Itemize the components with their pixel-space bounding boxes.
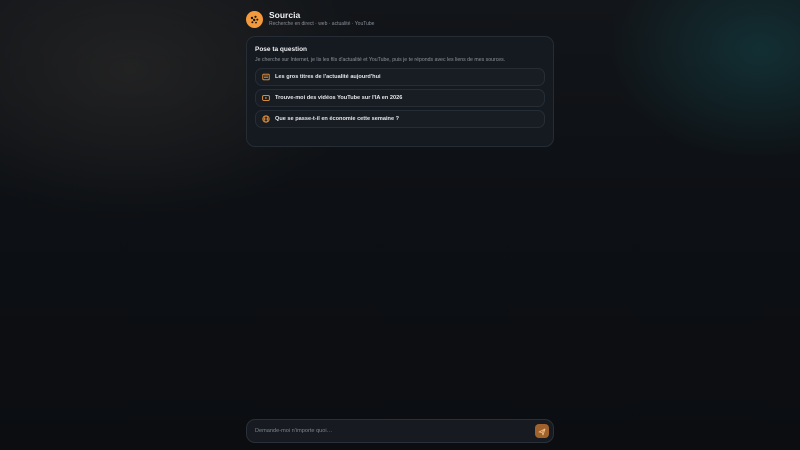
suggestion-label: Que se passe-t-il en économie cette sema… (275, 116, 400, 122)
message-composer (246, 419, 554, 443)
chat-panel: Sourcia Recherche en direct · web · actu… (246, 10, 554, 147)
brand-block: Sourcia Recherche en direct · web · actu… (269, 10, 374, 28)
suggestion-youtube[interactable]: Trouve-moi des vidéos YouTube sur l'IA e… (255, 89, 545, 107)
welcome-description: Je cherche sur Internet, je lis les fils… (255, 57, 506, 63)
suggestion-economy[interactable]: Que se passe-t-il en économie cette sema… (255, 110, 545, 128)
suggestion-label: Les gros titres de l'actualité aujourd'h… (275, 74, 381, 80)
welcome-card: Pose ta question Je cherche sur Internet… (246, 36, 554, 147)
newspaper-icon (262, 73, 270, 81)
app-header: Sourcia Recherche en direct · web · actu… (246, 10, 554, 28)
app-title: Sourcia (269, 10, 301, 20)
app-tagline: Recherche en direct · web · actualité · … (269, 21, 375, 27)
sparkle-dots-icon (246, 10, 263, 28)
globe-icon (262, 115, 270, 123)
suggestion-label: Trouve-moi des vidéos YouTube sur l'IA e… (275, 95, 403, 101)
send-icon (538, 424, 546, 439)
suggestion-list: Les gros titres de l'actualité aujourd'h… (255, 68, 545, 128)
suggestion-headlines[interactable]: Les gros titres de l'actualité aujourd'h… (255, 68, 545, 86)
send-button[interactable] (535, 424, 549, 438)
message-input[interactable] (255, 428, 535, 434)
video-icon (262, 94, 270, 102)
welcome-title: Pose ta question (255, 46, 308, 53)
